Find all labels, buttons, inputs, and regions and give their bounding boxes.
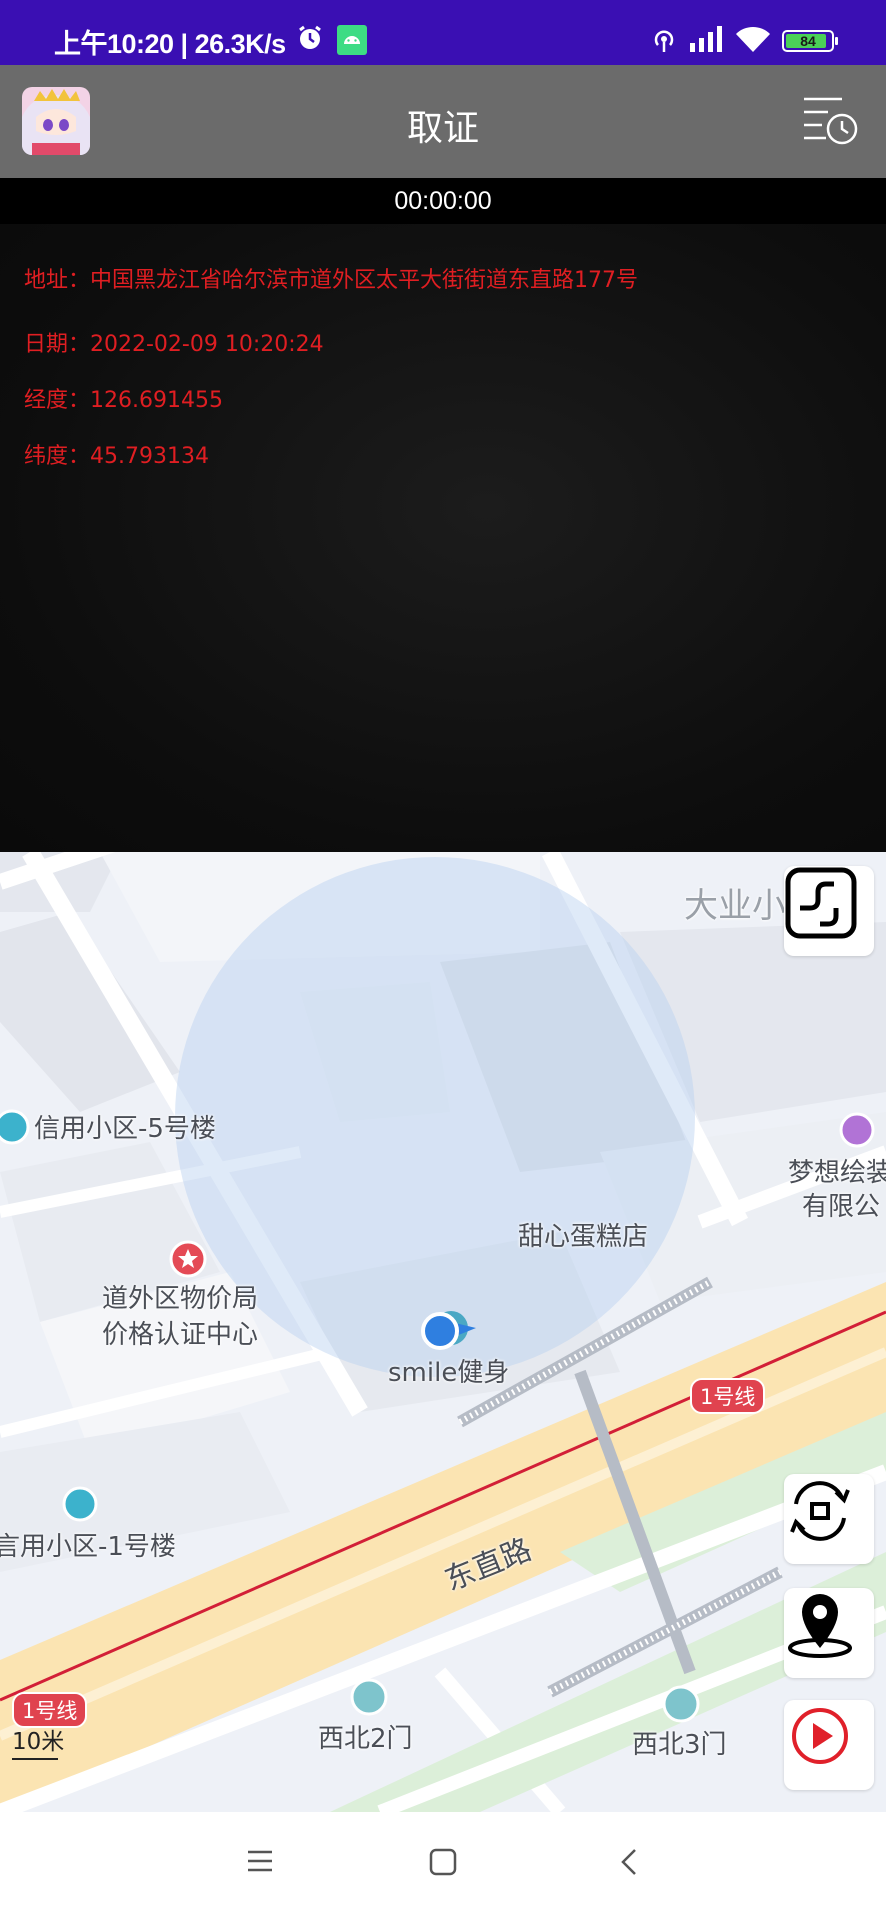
- menu-icon[interactable]: [246, 1848, 274, 1878]
- map-scale-label: 10米: [12, 1729, 65, 1755]
- status-bar: 上午10:20 | 26.3K/s 84: [0, 0, 886, 65]
- metro-line-tag: 1号线: [690, 1378, 766, 1414]
- map-scale-bar: [12, 1758, 58, 1760]
- map-mode-button[interactable]: [784, 866, 874, 956]
- record-button[interactable]: [784, 1700, 874, 1790]
- back-icon[interactable]: [618, 1848, 640, 1880]
- record-timer: 00:00:00: [0, 178, 886, 224]
- switch-camera-icon: [790, 1481, 850, 1541]
- date-text: 日期：2022-02-09 10:20:24: [24, 332, 324, 357]
- map-scale: 10米: [12, 1722, 64, 1760]
- map-view[interactable]: 大业小 信用小区-5号楼 梦想绘装 有限公 甜心蛋糕店 道外区物价局 价格认证中…: [0, 852, 886, 1812]
- app-bar: 取证: [0, 65, 886, 178]
- system-nav-bar: [0, 1812, 886, 1920]
- map-label-tianxin: 甜心蛋糕店: [518, 1222, 649, 1252]
- home-icon[interactable]: [429, 1848, 457, 1880]
- map-label-mengxiang-1: 梦想绘装: [788, 1158, 886, 1188]
- switch-camera-button[interactable]: [784, 1474, 874, 1564]
- android-app-icon: [337, 25, 367, 59]
- wifi-icon: [736, 26, 770, 56]
- longitude-text: 经度：126.691455: [24, 388, 223, 413]
- map-label-smile: smile健身: [388, 1358, 510, 1388]
- battery-icon: 84: [782, 30, 838, 52]
- map-label-wujiaju-1: 道外区物价局: [102, 1284, 259, 1314]
- history-list-icon[interactable]: [802, 95, 858, 151]
- play-icon: [792, 1708, 848, 1764]
- map-label-xibei3: 西北3门: [632, 1730, 727, 1760]
- status-time-speed: 上午10:20 | 26.3K/s: [54, 29, 286, 59]
- map-label-xinyong1: 言用小区-1号楼: [0, 1532, 176, 1562]
- map-label-mengxiang-2: 有限公: [802, 1192, 881, 1222]
- map-label-xinyong5: 信用小区-5号楼: [34, 1114, 216, 1144]
- address-text: 地址：中国黑龙江省哈尔滨市道外区太平大街街道东直路177号: [24, 268, 638, 293]
- latitude-text: 纬度：45.793134: [24, 444, 209, 469]
- map-mode-icon: [785, 867, 857, 939]
- signal-icon: [690, 26, 724, 56]
- camera-preview: 地址：中国黑龙江省哈尔滨市道外区太平大街街道东直路177号 日期：2022-02…: [0, 224, 886, 852]
- map-label-dayexiao: 大业小: [684, 886, 786, 926]
- map-label-wujiaju-2: 价格认证中心: [102, 1320, 259, 1350]
- alarm-icon: [296, 24, 324, 56]
- location-pin-icon: [788, 1594, 852, 1658]
- location-button[interactable]: [784, 1588, 874, 1678]
- hotspot-icon: [650, 25, 678, 57]
- page-title: 取证: [406, 108, 479, 149]
- battery-level: 84: [800, 33, 816, 49]
- map-label-xibei2: 西北2门: [318, 1724, 413, 1754]
